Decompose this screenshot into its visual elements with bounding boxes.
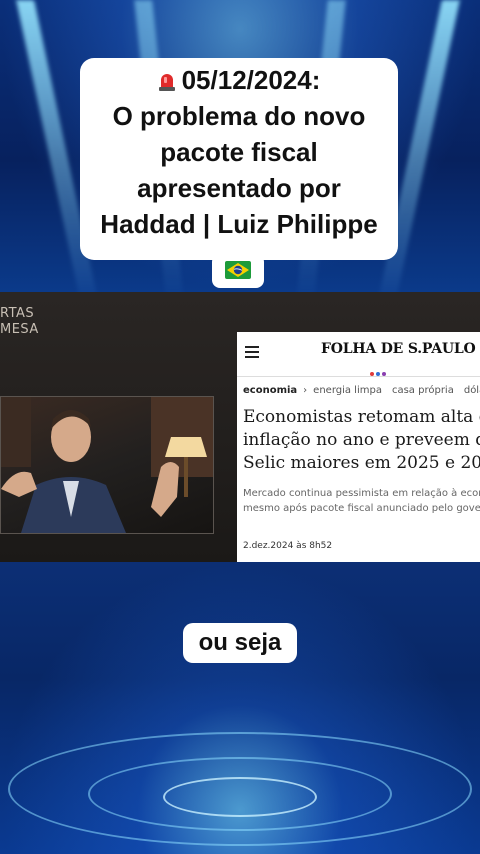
- title-line: apresentado por: [137, 173, 341, 203]
- bottom-background: [0, 562, 480, 854]
- newspaper-name: FOLHA DE S.PAULO: [321, 341, 476, 357]
- subtitle-caption: ou seja: [183, 623, 297, 663]
- crumb-item: dólar, l: [463, 385, 480, 396]
- show-logo: RTAS MESA: [0, 306, 39, 337]
- newspaper-masthead: FOLHA DE S.PAULO: [237, 332, 480, 377]
- title-line: O problema do novo: [112, 101, 366, 131]
- title-line: pacote fiscal: [160, 137, 318, 167]
- siren-icon: [158, 74, 175, 91]
- title-line: Haddad | Luiz Philippe: [100, 209, 378, 239]
- speaker-camera-view: [0, 396, 214, 534]
- article-headline: Economistas retomam alta da inflação no …: [243, 407, 480, 473]
- article-date: 2.dez.2024 às 8h52: [243, 541, 333, 551]
- section-label: economia: [243, 385, 298, 396]
- brand-dots: [370, 361, 388, 380]
- chevron-right-icon: ›: [303, 385, 308, 396]
- article-summary: Mercado continua pessimista em relação à…: [243, 488, 480, 514]
- glow-ring: [163, 777, 317, 817]
- speaker-illustration: [1, 397, 213, 533]
- video-title: 05/12/2024: O problema do novo pacote fi…: [80, 62, 398, 242]
- title-line-date: 05/12/2024:: [80, 62, 398, 98]
- crumb-item: energia limpa: [313, 385, 382, 396]
- brazil-flag-icon: [225, 261, 251, 279]
- hamburger-menu-icon: [245, 346, 259, 358]
- section-breadcrumb: economia › energia limpa casa própria dólar,…: [243, 385, 480, 396]
- video-frame[interactable]: RTAS MESA FOLHA DE S.PAULO economia › en…: [0, 292, 480, 562]
- newspaper-screenshot: FOLHA DE S.PAULO economia › energia limpa c…: [237, 332, 480, 562]
- crumb-item: casa própria: [391, 385, 454, 396]
